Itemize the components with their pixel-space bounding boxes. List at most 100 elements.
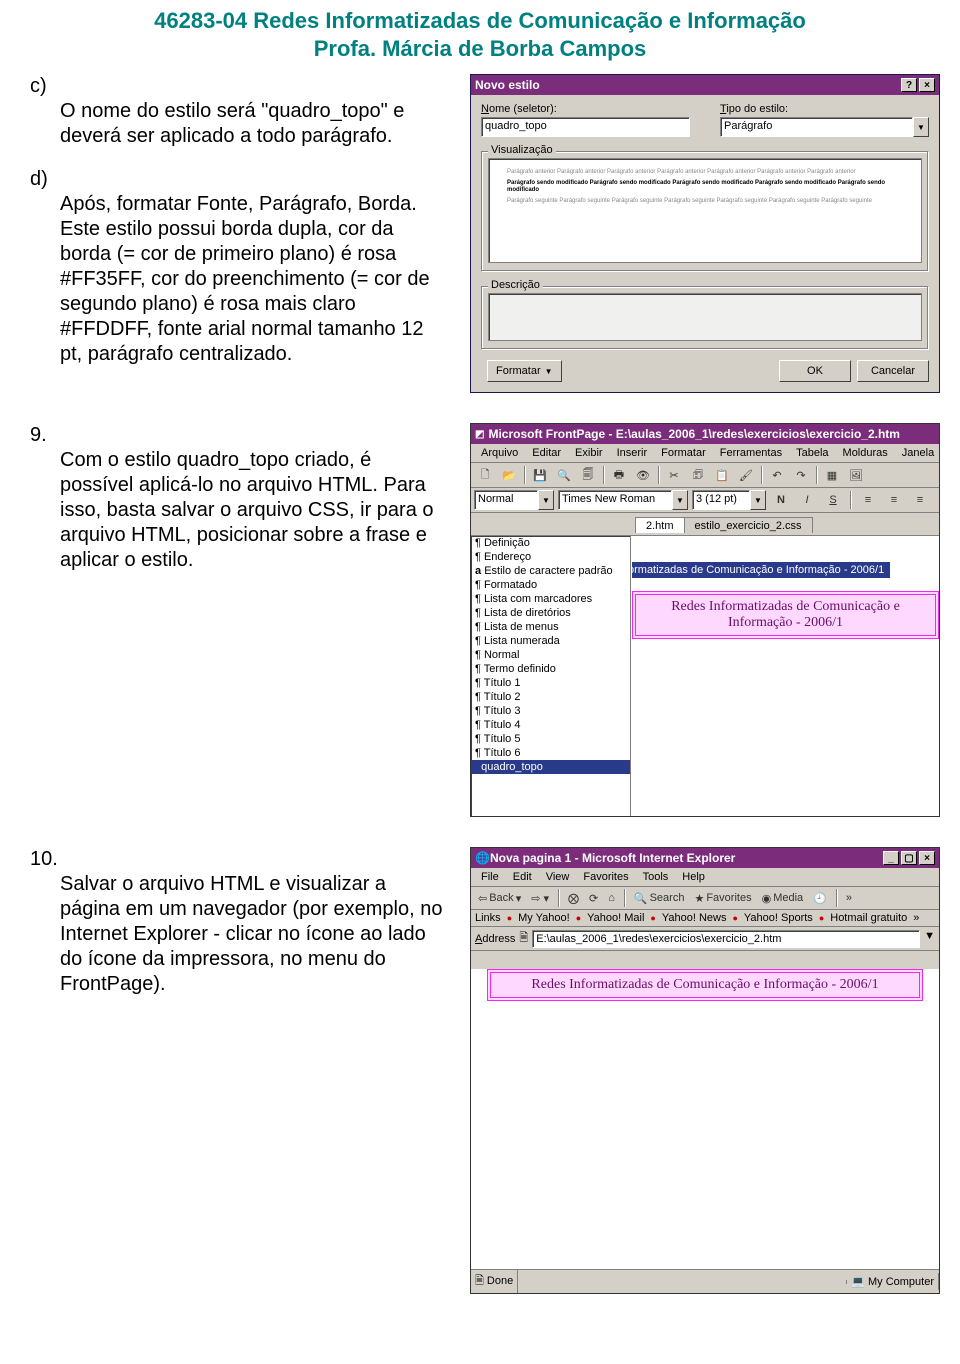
history-icon[interactable]: 🕘 bbox=[810, 892, 830, 905]
style-item-selected[interactable]: quadro_topo bbox=[471, 760, 630, 774]
chevron-down-icon[interactable]: ▼ bbox=[924, 930, 935, 948]
menu-favorites[interactable]: Favorites bbox=[577, 870, 634, 884]
ok-button[interactable]: OK bbox=[779, 360, 851, 382]
stop-icon[interactable]: ⨂ bbox=[565, 892, 582, 905]
tab-htm[interactable]: 2.htm bbox=[635, 517, 685, 533]
save-icon[interactable]: 💾 bbox=[529, 465, 551, 485]
copy-icon[interactable]: 🗊 bbox=[687, 465, 709, 485]
status-done: 🗎 Done bbox=[471, 1270, 518, 1293]
style-item[interactable]: ¶ Formatado bbox=[471, 578, 630, 592]
help-icon[interactable]: ? bbox=[901, 78, 917, 92]
menu-formatar[interactable]: Formatar bbox=[655, 446, 712, 460]
align-center-icon[interactable]: ≡ bbox=[883, 490, 905, 510]
chevron-down-icon[interactable]: ▼ bbox=[750, 490, 766, 510]
menu-tools[interactable]: Tools bbox=[637, 870, 675, 884]
chevron-down-icon[interactable]: ▼ bbox=[538, 490, 554, 510]
style-item[interactable]: ¶ Título 2 bbox=[471, 690, 630, 704]
link-myyahoo[interactable]: My Yahoo! bbox=[518, 912, 570, 924]
preview-icon[interactable]: 👁 bbox=[632, 465, 654, 485]
chevron-down-icon[interactable]: ▼ bbox=[672, 490, 688, 510]
style-item[interactable]: ¶ Título 1 bbox=[471, 676, 630, 690]
media-button[interactable]: ◉Media bbox=[759, 892, 807, 905]
favorites-button[interactable]: ★Favorites bbox=[691, 892, 754, 905]
menu-arquivo[interactable]: Arquivo bbox=[475, 446, 524, 460]
cancel-button[interactable]: Cancelar bbox=[857, 360, 929, 382]
menu-inserir[interactable]: Inserir bbox=[611, 446, 654, 460]
yahoo-icon: ● bbox=[732, 913, 737, 923]
style-dropdown-list[interactable]: ¶ Definição ¶ Endereço a Estilo de carac… bbox=[471, 536, 631, 816]
search-icon[interactable]: 🔍 bbox=[553, 465, 575, 485]
chevron-down-icon[interactable]: ▼ bbox=[913, 117, 929, 137]
fp-document-area[interactable]: ormatizadas de Comunicação e Informação … bbox=[631, 536, 939, 816]
format-painter-icon[interactable]: 🖌 bbox=[735, 465, 757, 485]
link-yahoo-mail[interactable]: Yahoo! Mail bbox=[587, 912, 644, 924]
style-item[interactable]: ¶ Título 3 bbox=[471, 704, 630, 718]
undo-icon[interactable]: ↶ bbox=[766, 465, 788, 485]
style-item[interactable]: ¶ Definição bbox=[471, 536, 630, 550]
menu-tabela[interactable]: Tabela bbox=[790, 446, 834, 460]
style-item[interactable]: ¶ Título 6 bbox=[471, 746, 630, 760]
open-icon[interactable]: 📂 bbox=[498, 465, 520, 485]
link-hotmail[interactable]: Hotmail gratuito bbox=[830, 912, 907, 924]
menu-editar[interactable]: Editar bbox=[526, 446, 567, 460]
menu-exibir[interactable]: Exibir bbox=[569, 446, 609, 460]
address-input[interactable]: E:\aulas_2006_1\redes\exercicios\exercic… bbox=[532, 930, 920, 948]
style-item[interactable]: ¶ Título 4 bbox=[471, 718, 630, 732]
style-item[interactable]: ¶ Normal bbox=[471, 648, 630, 662]
align-right-icon[interactable]: ≡ bbox=[909, 490, 931, 510]
menu-view[interactable]: View bbox=[540, 870, 576, 884]
close-icon[interactable]: × bbox=[919, 851, 935, 865]
style-combo[interactable]: Normal bbox=[474, 490, 538, 510]
dialog-titlebar: Novo estilo ? × bbox=[471, 75, 939, 95]
cut-icon[interactable]: ✂ bbox=[663, 465, 685, 485]
paste-icon[interactable]: 📋 bbox=[711, 465, 733, 485]
combo-tipo[interactable]: Parágrafo bbox=[720, 117, 913, 137]
style-item[interactable]: ¶ Lista com marcadores bbox=[471, 592, 630, 606]
home-icon[interactable]: ⌂ bbox=[605, 892, 618, 904]
style-item[interactable]: ¶ Lista de menus bbox=[471, 620, 630, 634]
font-combo[interactable]: Times New Roman bbox=[558, 490, 672, 510]
style-item[interactable]: ¶ Título 5 bbox=[471, 732, 630, 746]
maximize-icon[interactable]: ▢ bbox=[901, 851, 917, 865]
style-item[interactable]: ¶ Lista numerada bbox=[471, 634, 630, 648]
more-icon[interactable]: » bbox=[913, 912, 919, 924]
instruction-9: 9. Com o estilo quadro_topo criado, é po… bbox=[30, 423, 450, 573]
fp-menubar[interactable]: Arquivo Editar Exibir Inserir Formatar F… bbox=[471, 444, 939, 463]
print-icon[interactable]: 🖶 bbox=[608, 465, 630, 485]
italic-icon[interactable]: I bbox=[796, 490, 818, 510]
close-icon[interactable]: × bbox=[919, 78, 935, 92]
link-yahoo-sports[interactable]: Yahoo! Sports bbox=[744, 912, 813, 924]
publish-icon[interactable]: 🗐 bbox=[577, 465, 599, 485]
new-icon[interactable]: 🗋 bbox=[474, 465, 496, 485]
menu-help[interactable]: Help bbox=[676, 870, 711, 884]
forward-button[interactable]: ⇨ ▾ bbox=[528, 892, 552, 905]
more-icon[interactable]: » bbox=[843, 892, 855, 904]
ie-page-area[interactable]: Redes Informatizadas de Comunicação e In… bbox=[471, 969, 939, 1269]
redo-icon[interactable]: ↷ bbox=[790, 465, 812, 485]
underline-icon[interactable]: S bbox=[822, 490, 844, 510]
bold-icon[interactable]: N bbox=[770, 490, 792, 510]
style-item[interactable]: ¶ Endereço bbox=[471, 550, 630, 564]
style-item[interactable]: ¶ Termo definido bbox=[471, 662, 630, 676]
refresh-icon[interactable]: ⟳ bbox=[586, 892, 601, 905]
ie-menubar[interactable]: File Edit View Favorites Tools Help bbox=[471, 868, 939, 887]
menu-janela[interactable]: Janela bbox=[896, 446, 940, 460]
table-icon[interactable]: ▦ bbox=[821, 465, 843, 485]
menu-molduras[interactable]: Molduras bbox=[837, 446, 894, 460]
align-left-icon[interactable]: ≡ bbox=[857, 490, 879, 510]
formatar-button[interactable]: Formatar ▼ bbox=[487, 360, 562, 382]
menu-ferramentas[interactable]: Ferramentas bbox=[714, 446, 788, 460]
minimize-icon[interactable]: _ bbox=[883, 851, 899, 865]
input-nome[interactable]: quadro_topo bbox=[481, 117, 690, 137]
text-d: Após, formatar Fonte, Parágrafo, Borda. … bbox=[60, 192, 450, 367]
menu-edit[interactable]: Edit bbox=[507, 870, 538, 884]
menu-file[interactable]: File bbox=[475, 870, 505, 884]
style-item[interactable]: ¶ Lista de diretórios bbox=[471, 606, 630, 620]
link-yahoo-news[interactable]: Yahoo! News bbox=[662, 912, 727, 924]
size-combo[interactable]: 3 (12 pt) bbox=[692, 490, 750, 510]
back-button[interactable]: ⇦ Back ▾ bbox=[475, 892, 524, 905]
image-icon[interactable]: 🖼 bbox=[845, 465, 867, 485]
style-item[interactable]: a Estilo de caractere padrão bbox=[471, 564, 630, 578]
search-button[interactable]: 🔍Search bbox=[631, 892, 688, 905]
tab-css[interactable]: estilo_exercicio_2.css bbox=[684, 517, 813, 533]
